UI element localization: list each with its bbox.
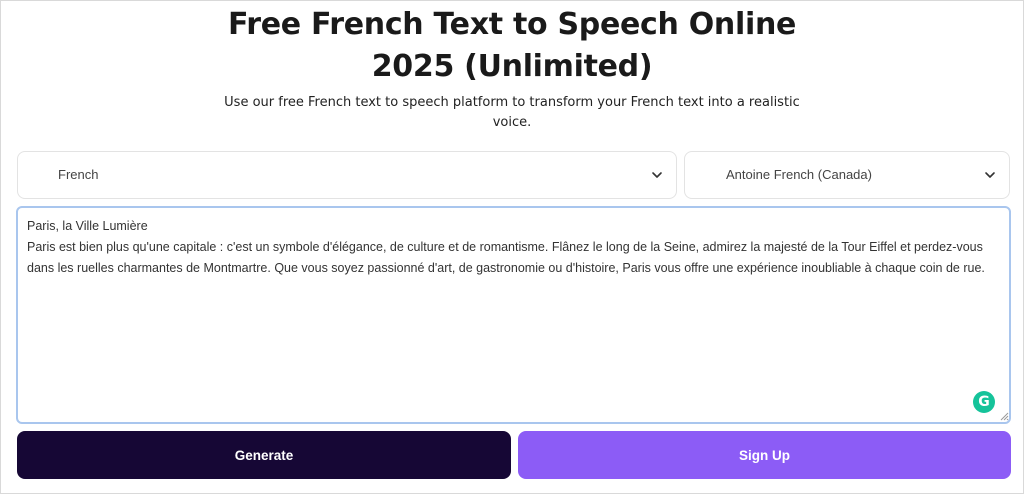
chevron-down-icon (985, 172, 995, 178)
page-title-line-2: 2025 (Unlimited) (371, 49, 653, 84)
generate-button[interactable]: Generate (17, 431, 511, 479)
language-select[interactable]: French (17, 151, 677, 199)
page-title-line-1: Free French Text to Speech Online (227, 7, 797, 42)
page-title: Free French Text to Speech Online 2025 (… (0, 4, 1024, 88)
grammarly-letter: G (978, 394, 990, 410)
page-subtitle: Use our free French text to speech platf… (224, 95, 800, 130)
text-body: Paris est bien plus qu'une capitale : c'… (27, 240, 985, 275)
voice-select-value: Antoine French (Canada) (726, 167, 872, 182)
language-select-value: French (58, 167, 99, 182)
voice-select[interactable]: Antoine French (Canada) (684, 151, 1010, 199)
text-input-area[interactable]: Paris, la Ville Lumière Paris est bien p… (16, 206, 1011, 424)
text-line-title: Paris, la Ville Lumière (27, 219, 148, 233)
resize-handle-icon[interactable] (1000, 412, 1009, 421)
sign-up-button[interactable]: Sign Up (518, 431, 1011, 479)
grammarly-icon[interactable]: G (973, 391, 995, 413)
chevron-down-icon (652, 172, 662, 178)
